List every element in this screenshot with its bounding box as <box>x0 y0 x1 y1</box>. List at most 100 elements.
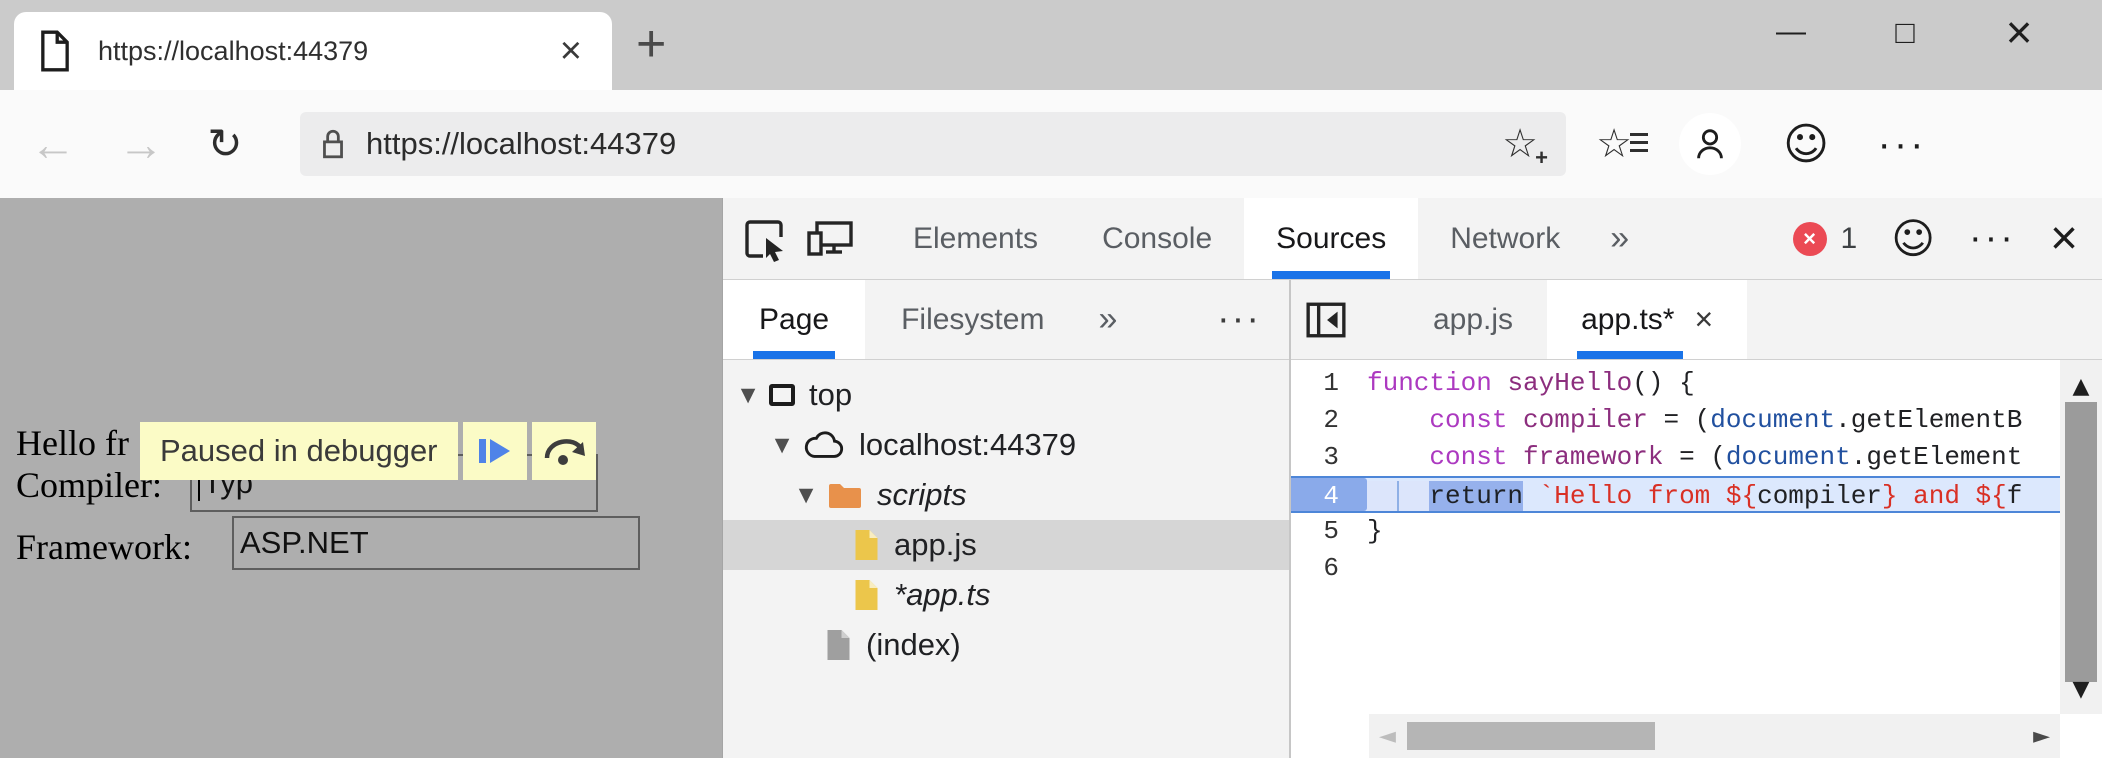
profile-button[interactable] <box>1662 113 1758 175</box>
code-line: 5 } <box>1291 513 2060 550</box>
navigation-bar: ← → ↻ https://localhost:44379 ☆+ ☆ <box>0 90 2102 198</box>
device-toolbar-icon <box>805 218 855 260</box>
feedback-button[interactable]: ☺ <box>1758 119 1854 170</box>
inspect-cursor-icon <box>741 216 787 262</box>
close-tab-icon[interactable]: × <box>1694 301 1713 338</box>
lock-icon <box>320 128 346 160</box>
tab-console[interactable]: Console <box>1070 198 1244 279</box>
line-number[interactable]: 2 <box>1291 402 1367 439</box>
file-tree: ▼ top ▼ localhost:44379 <box>723 360 1289 758</box>
horizontal-scrollbar[interactable]: ◄ ► <box>1369 714 2060 758</box>
line-number[interactable]: 5 <box>1291 513 1367 550</box>
framework-input[interactable]: ASP.NET <box>232 516 640 570</box>
tree-item-top[interactable]: ▼ top <box>723 370 1289 420</box>
browser-tab[interactable]: https://localhost:44379 × <box>14 12 612 90</box>
page-favicon-icon <box>38 30 72 72</box>
devtools-menu-icon[interactable]: ··· <box>1969 217 2016 260</box>
scroll-down-icon[interactable]: ▼ <box>2060 671 2102 708</box>
paused-in-debugger-banner: Paused in debugger <box>140 422 596 480</box>
inspect-element-button[interactable] <box>741 216 787 262</box>
tab-elements[interactable]: Elements <box>881 198 1070 279</box>
disclosure-triangle-icon[interactable]: ▼ <box>791 484 821 506</box>
minimize-button[interactable]: — <box>1734 0 1848 64</box>
scroll-right-icon[interactable]: ► <box>2033 714 2050 758</box>
editor-tab-appjs[interactable]: app.js <box>1399 280 1547 359</box>
tree-item-appts[interactable]: *app.ts <box>723 570 1289 620</box>
url-text[interactable]: https://localhost:44379 <box>366 126 1494 162</box>
devtools-tabs: Elements Console Sources Network » <box>881 198 1647 279</box>
navigator-overflow-chevron[interactable]: » <box>1080 300 1135 339</box>
step-over-button[interactable] <box>532 422 596 480</box>
code-editor: app.js app.ts* × 1 function sayHello() { <box>1291 280 2102 758</box>
frame-icon <box>769 384 795 406</box>
code-line: 6 <box>1291 550 2060 587</box>
error-badge-icon[interactable]: × <box>1793 222 1827 256</box>
paused-banner-text: Paused in debugger <box>140 422 458 480</box>
favorites-hub-button[interactable]: ☆ <box>1566 121 1662 167</box>
hub-star-icon: ☆ <box>1596 122 1632 166</box>
vertical-scrollbar[interactable]: ▲ ▼ <box>2060 360 2102 714</box>
file-icon-yellow <box>853 528 880 562</box>
close-window-button[interactable]: × <box>1962 0 2076 64</box>
tab-filesystem[interactable]: Filesystem <box>865 280 1080 359</box>
disclosure-triangle-icon[interactable]: ▼ <box>733 384 763 406</box>
refresh-button[interactable]: ↻ <box>190 123 260 165</box>
ellipsis-icon: ··· <box>1878 122 1927 167</box>
address-bar[interactable]: https://localhost:44379 ☆+ <box>300 112 1566 176</box>
devtools-feedback-icon[interactable]: ☺ <box>1891 214 1935 263</box>
back-button[interactable]: ← <box>18 121 88 167</box>
add-favorite-icon[interactable]: ☆+ <box>1494 121 1546 167</box>
web-page-viewport: Hello fr Compiler: Typ Framework: ASP.NE… <box>0 198 722 758</box>
maximize-button[interactable]: □ <box>1848 0 1962 64</box>
code-line: 1 function sayHello() { <box>1291 365 2060 402</box>
page-heading: Hello fr <box>16 422 129 464</box>
code-lines: 1 function sayHello() { 2 const compiler… <box>1291 365 2060 587</box>
cloud-icon <box>803 430 845 460</box>
toggle-navigator-icon[interactable] <box>1305 301 1347 339</box>
navigator-tabs: Page Filesystem » ··· <box>723 280 1289 360</box>
editor-tab-appts[interactable]: app.ts* × <box>1547 280 1747 359</box>
devtools-toolbar: Elements Console Sources Network » × 1 ☺… <box>723 198 2102 280</box>
devtools-toolbar-right: × 1 ☺ ··· × <box>1793 214 2102 263</box>
device-toolbar-button[interactable] <box>805 218 855 260</box>
browser-window: https://localhost:44379 × + — □ × ← → ↻ … <box>0 0 2102 758</box>
scroll-left-icon[interactable]: ◄ <box>1379 714 1396 758</box>
sources-navigator: Page Filesystem » ··· ▼ top ▼ <box>723 280 1291 758</box>
code-line: 3 const framework = (document.getElement <box>1291 439 2060 476</box>
line-number[interactable]: 6 <box>1291 550 1367 587</box>
horizontal-scroll-thumb[interactable] <box>1407 722 1655 750</box>
tab-network[interactable]: Network <box>1418 198 1592 279</box>
person-icon <box>1691 125 1729 163</box>
sources-panel: Page Filesystem » ··· ▼ top ▼ <box>723 280 2102 758</box>
resume-script-button[interactable] <box>463 422 527 480</box>
tab-page[interactable]: Page <box>723 280 865 359</box>
new-tab-button[interactable]: + <box>636 14 666 74</box>
line-number[interactable]: 3 <box>1291 439 1367 476</box>
file-icon-yellow <box>853 578 880 612</box>
vertical-scroll-thumb[interactable] <box>2065 402 2097 682</box>
tree-item-appjs[interactable]: app.js <box>723 520 1289 570</box>
line-number[interactable]: 4 <box>1291 478 1367 511</box>
devtools-close-icon[interactable]: × <box>2050 215 2078 263</box>
tab-title: https://localhost:44379 <box>98 36 554 67</box>
step-over-icon <box>542 434 586 468</box>
tree-item-scripts[interactable]: ▼ scripts <box>723 470 1289 520</box>
code-viewport[interactable]: 1 function sayHello() { 2 const compiler… <box>1291 360 2102 758</box>
forward-button[interactable]: → <box>106 121 176 167</box>
window-content: Hello fr Compiler: Typ Framework: ASP.NE… <box>0 198 2102 758</box>
tree-item-index[interactable]: (index) <box>723 620 1289 670</box>
scroll-up-icon[interactable]: ▲ <box>2060 368 2102 405</box>
more-tabs-chevron[interactable]: » <box>1592 198 1647 279</box>
editor-tabs: app.js app.ts* × <box>1291 280 2102 360</box>
tree-item-localhost[interactable]: ▼ localhost:44379 <box>723 420 1289 470</box>
tab-sources[interactable]: Sources <box>1244 198 1418 279</box>
resume-script-icon <box>475 435 515 467</box>
tab-close-icon[interactable]: × <box>554 32 588 70</box>
line-number[interactable]: 1 <box>1291 365 1367 402</box>
code-line-paused: 4 return `Hello from ${compiler} and ${f <box>1291 476 2060 513</box>
settings-more-button[interactable]: ··· <box>1854 122 1950 167</box>
navigator-more-icon[interactable]: ··· <box>1217 298 1289 341</box>
smiley-icon: ☺ <box>1783 119 1829 170</box>
disclosure-triangle-icon[interactable]: ▼ <box>767 434 797 456</box>
error-count: 1 <box>1841 222 1858 256</box>
